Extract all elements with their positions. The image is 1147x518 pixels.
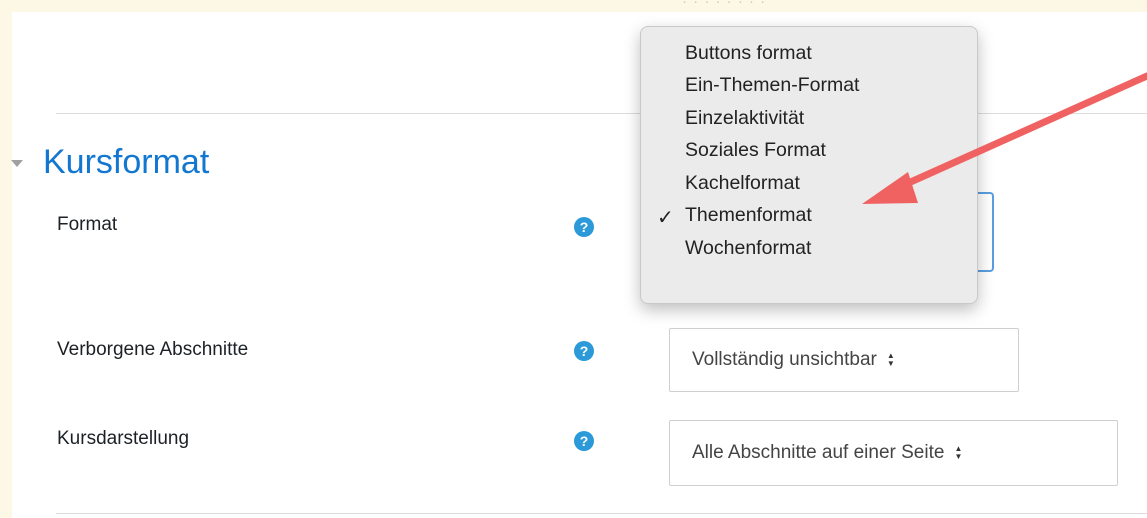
course-layout-value: Alle Abschnitte auf einer Seite (692, 442, 945, 463)
help-icon[interactable]: ? (574, 431, 594, 451)
dropdown-option[interactable]: Soziales Format (641, 135, 977, 168)
section-header-kursformat[interactable]: Kursformat (0, 143, 209, 182)
select-arrows-icon: ▲ ▼ (886, 351, 895, 368)
help-icon[interactable]: ? (574, 217, 594, 237)
hidden-sections-label: Verborgene Abschnitte (57, 339, 249, 360)
format-dropdown-menu: Buttons format Ein-Themen-Format Einzela… (640, 26, 978, 304)
dropdown-option[interactable]: Kachelformat (641, 167, 977, 200)
obscured-text: · · · · · · · · (682, 0, 767, 10)
checkmark-icon: ✓ (657, 206, 674, 229)
dropdown-option[interactable]: Ein-Themen-Format (641, 70, 977, 103)
dropdown-option[interactable]: Buttons format (641, 37, 977, 70)
section-divider-top (56, 113, 1147, 114)
select-arrows-icon: ▲ ▼ (954, 444, 963, 461)
dropdown-option[interactable]: Einzelaktivität (641, 102, 977, 135)
collapse-caret-icon[interactable] (11, 160, 23, 167)
help-icon[interactable]: ? (574, 341, 594, 361)
hidden-sections-select[interactable]: Vollständig unsichtbar ▲ ▼ (669, 328, 1019, 392)
course-layout-select[interactable]: Alle Abschnitte auf einer Seite ▲ ▼ (669, 420, 1118, 486)
section-divider-bottom (56, 513, 1147, 514)
course-layout-label: Kursdarstellung (57, 428, 190, 449)
format-label: Format (57, 214, 118, 235)
hidden-sections-value: Vollständig unsichtbar (692, 349, 877, 370)
dropdown-option-selected[interactable]: ✓ Themenformat (641, 200, 977, 233)
section-title: Kursformat (43, 143, 210, 181)
dropdown-option[interactable]: Wochenformat (641, 232, 977, 265)
